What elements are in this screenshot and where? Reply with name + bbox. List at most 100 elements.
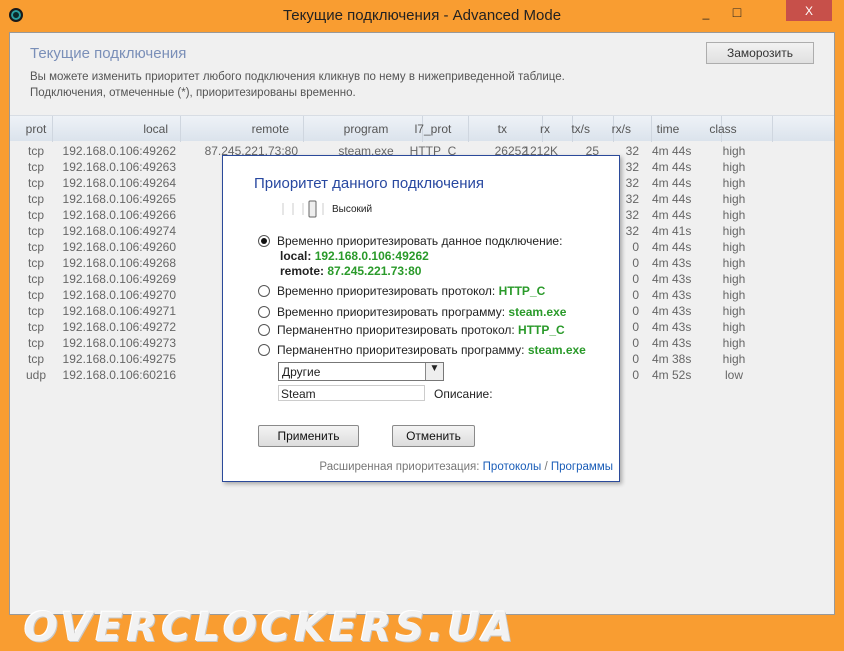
cell-local: 192.168.0.106:49272	[62, 320, 176, 334]
priority-level-label: Высокий	[332, 204, 373, 215]
column-header-tx-rate[interactable]: tx/s	[571, 122, 590, 136]
cell-local: 192.168.0.106:49275	[62, 352, 176, 366]
radio-button[interactable]	[258, 344, 270, 356]
cell-local: 192.168.0.106:49262	[62, 144, 176, 158]
cell-time: 4m 38s	[652, 352, 692, 366]
cell-time: 4m 43s	[652, 256, 692, 270]
cell-class: high	[722, 208, 746, 222]
cell-local: 192.168.0.106:49271	[62, 304, 176, 318]
priority-option-1[interactable]: Временно приоритезировать протокол: HTTP…	[258, 284, 545, 298]
table-header: prot local remote program l7_prot tx rx tx/s rx/…	[10, 115, 834, 142]
title-bar: Текущие подключения - Advanced Mode _ □ …	[0, 0, 844, 32]
column-header-tx[interactable]: tx	[498, 122, 507, 136]
cell-class: high	[722, 320, 746, 334]
cell-local: 192.168.0.106:49264	[62, 176, 176, 190]
cell-local: 192.168.0.106:49263	[62, 160, 176, 174]
cell-rx-rate: 0	[632, 336, 639, 350]
description-line-1: Вы можете изменить приоритет любого подк…	[30, 71, 565, 83]
cell-rx-rate: 32	[625, 192, 639, 206]
cell-rx-rate: 32	[625, 176, 639, 190]
column-divider[interactable]	[180, 116, 181, 142]
cancel-button[interactable]: Отменить	[392, 425, 475, 447]
cell-rx-rate: 0	[632, 304, 639, 318]
cell-class: high	[722, 176, 746, 190]
cell-class: high	[722, 144, 746, 158]
radio-button[interactable]	[258, 306, 270, 318]
cell-rx-rate: 0	[632, 352, 639, 366]
page-title: Текущие подключения	[30, 45, 187, 62]
column-divider[interactable]	[303, 116, 304, 142]
cell-time: 4m 43s	[652, 288, 692, 302]
cell-rx-rate: 0	[632, 288, 639, 302]
cell-rx-rate: 32	[625, 224, 639, 238]
cell-time: 4m 43s	[652, 320, 692, 334]
cell-time: 4m 43s	[652, 272, 692, 286]
cell-class: high	[722, 288, 746, 302]
cell-class: high	[722, 240, 746, 254]
column-divider[interactable]	[772, 116, 773, 142]
maximize-button[interactable]: □	[724, 4, 750, 25]
minimize-button[interactable]: _	[693, 6, 719, 27]
cell-local: 192.168.0.106:49260	[62, 240, 176, 254]
cell-rx-rate: 0	[632, 256, 639, 270]
cell-rx-rate: 32	[625, 144, 639, 158]
priority-option-4[interactable]: Перманентно приоритезировать программу: …	[258, 343, 586, 357]
description-line-2: Подключения, отмеченные (*), приоритезир…	[30, 87, 356, 99]
cell-rx-rate: 0	[632, 272, 639, 286]
cell-rx-rate: 0	[632, 240, 639, 254]
cell-class: high	[722, 160, 746, 174]
cell-local: 192.168.0.106:49268	[62, 256, 176, 270]
cell-local: 192.168.0.106:60216	[62, 368, 176, 382]
cell-local: 192.168.0.106:49266	[62, 208, 176, 222]
priority-option-3[interactable]: Перманентно приоритезировать протокол: H…	[258, 323, 565, 337]
local-address: local: 192.168.0.106:49262	[280, 249, 429, 263]
column-header-class[interactable]: class	[683, 122, 763, 136]
protocols-link[interactable]: Протоколы	[483, 461, 542, 473]
advanced-priority-footer: Расширенная приоритезация: Протоколы / П…	[319, 461, 613, 473]
column-header-remote[interactable]: remote	[252, 122, 289, 136]
cell-rx-rate: 32	[625, 160, 639, 174]
cell-class: high	[722, 272, 746, 286]
cell-time: 4m 43s	[652, 304, 692, 318]
cell-time: 4m 44s	[652, 144, 692, 158]
cell-time: 4m 44s	[652, 240, 692, 254]
cell-class: low	[724, 368, 743, 382]
cell-rx-rate: 32	[625, 208, 639, 222]
close-button[interactable]: X	[786, 0, 832, 21]
column-header-local[interactable]: local	[143, 122, 168, 136]
cell-time: 4m 44s	[652, 192, 692, 206]
cell-class: high	[722, 352, 746, 366]
cell-time: 4m 43s	[652, 336, 692, 350]
radio-button[interactable]	[258, 235, 270, 247]
category-select[interactable]: Другие ▼	[278, 362, 444, 381]
radio-button[interactable]	[258, 324, 270, 336]
cell-time: 4m 44s	[652, 176, 692, 190]
cell-local: 192.168.0.106:49273	[62, 336, 176, 350]
description-input[interactable]: Steam	[278, 385, 425, 401]
chevron-down-icon[interactable]: ▼	[425, 363, 443, 380]
priority-option-2[interactable]: Временно приоритезировать программу: ste…	[258, 305, 566, 319]
description-label: Описание:	[434, 387, 493, 401]
priority-option-0[interactable]: Временно приоритезировать данное подключ…	[258, 234, 562, 248]
priority-slider[interactable]	[278, 200, 328, 218]
column-header-rx[interactable]: rx	[540, 122, 550, 136]
column-header-prot[interactable]: prot	[0, 122, 76, 136]
cell-class: high	[722, 192, 746, 206]
cell-rx-rate: 0	[632, 368, 639, 382]
apply-button[interactable]: Применить	[258, 425, 359, 447]
cell-class: high	[722, 336, 746, 350]
cell-class: high	[722, 224, 746, 238]
cell-local: 192.168.0.106:49270	[62, 288, 176, 302]
cell-time: 4m 44s	[652, 160, 692, 174]
remote-address: remote: 87.245.221.73:80	[280, 264, 422, 278]
radio-button[interactable]	[258, 285, 270, 297]
cell-class: high	[722, 304, 746, 318]
cell-time: 4m 44s	[652, 208, 692, 222]
cell-class: high	[722, 256, 746, 270]
cell-rx-rate: 0	[632, 320, 639, 334]
freeze-button[interactable]: Заморозить	[706, 42, 814, 64]
cell-time: 4m 41s	[652, 224, 692, 238]
programs-link[interactable]: Программы	[551, 461, 613, 473]
cell-local: 192.168.0.106:49265	[62, 192, 176, 206]
column-header-l7-prot[interactable]: l7_prot	[393, 122, 473, 136]
